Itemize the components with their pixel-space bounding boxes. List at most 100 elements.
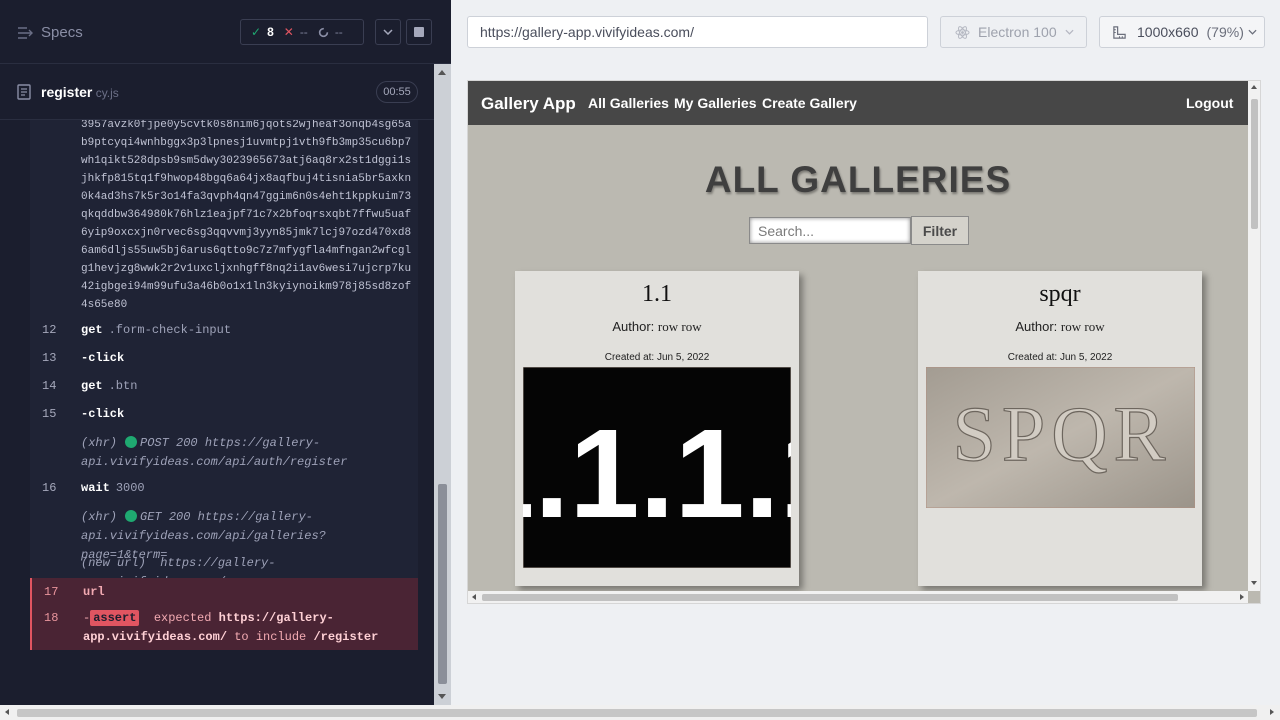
pending-stat: -- xyxy=(318,25,343,39)
created-value: Jun 5, 2022 xyxy=(657,352,710,363)
gallery-card[interactable]: 1.1 Author: row row Created at: Jun 5, 2… xyxy=(515,271,799,586)
command-name: -click xyxy=(81,351,125,365)
spec-file-row: register cy.js 00:55 xyxy=(0,64,434,120)
scroll-thumb[interactable] xyxy=(1251,99,1258,229)
failed-assert-row[interactable]: 18 - assert expected https://gallery-app.… xyxy=(30,606,418,650)
assert-pre: expected xyxy=(153,611,212,625)
gallery-date: Created at: Jun 5, 2022 xyxy=(515,352,799,363)
passed-stat: ✓ 8 xyxy=(251,25,274,39)
scroll-left-icon[interactable] xyxy=(472,594,476,600)
check-icon: ✓ xyxy=(251,25,262,39)
command-log: 3957avzk0fjpe0y5cvtk0s8nim6jqots2wjheaf3… xyxy=(30,120,418,650)
author-name[interactable]: row row xyxy=(1061,319,1105,334)
command-label: get xyxy=(81,323,103,337)
nav-create-gallery[interactable]: Create Gallery xyxy=(762,95,857,111)
assert-message: - assert expected https://gallery-app.viv… xyxy=(83,609,413,647)
failed-command-row[interactable]: 17 url xyxy=(30,578,418,606)
scroll-right-icon[interactable] xyxy=(1270,709,1274,715)
app-horizontal-scrollbar[interactable] xyxy=(468,591,1248,603)
command-row[interactable]: 13 -click xyxy=(30,351,418,373)
nav-my-galleries[interactable]: My Galleries xyxy=(674,95,757,111)
spec-ext: cy.js xyxy=(92,86,119,100)
menu-icon xyxy=(18,26,33,39)
assert-badge: assert xyxy=(90,610,140,626)
app-vertical-scrollbar[interactable] xyxy=(1248,81,1260,591)
xhr-body: (xhr) POST 200 https://gallery-api.vivify… xyxy=(81,434,411,472)
command-number: 13 xyxy=(42,351,57,365)
xhr-label: (xhr) xyxy=(81,436,118,450)
url-field[interactable]: https://gallery-app.vivifyideas.com/ xyxy=(467,16,928,48)
chevron-down-icon xyxy=(1065,29,1074,35)
new-url-row[interactable]: (new url) https://gallery-app.vivifyidea… xyxy=(30,554,418,589)
command-arg: .btn xyxy=(108,379,138,393)
command-row[interactable]: 15 -click xyxy=(30,407,418,429)
cypress-window: Specs ✓ 8 ✕ -- -- register cy.js 00:55 3… xyxy=(0,0,1280,720)
command-name: wait 3000 xyxy=(81,481,145,495)
gallery-image-text: 1.1.1.1 xyxy=(523,403,791,544)
command-name: url xyxy=(83,585,105,599)
scroll-thumb[interactable] xyxy=(438,484,447,684)
gallery-title[interactable]: 1.1 xyxy=(515,281,799,308)
command-label: get xyxy=(81,379,103,393)
command-row[interactable]: 14 get .btn xyxy=(30,379,418,401)
created-label: Created at: xyxy=(1007,352,1058,363)
viewport-selector[interactable]: 1000x660 (79%) xyxy=(1099,16,1265,48)
viewport-size: 1000x660 xyxy=(1137,24,1199,40)
scroll-left-icon[interactable] xyxy=(5,709,9,715)
nav-all-galleries[interactable]: All Galleries xyxy=(588,95,669,111)
specs-toggle[interactable]: Specs xyxy=(17,24,83,41)
spec-name: register xyxy=(41,84,93,100)
scroll-down-icon[interactable] xyxy=(438,694,446,699)
runner-panel: Specs ✓ 8 ✕ -- -- register cy.js 00:55 3… xyxy=(0,0,451,705)
created-label: Created at: xyxy=(604,352,655,363)
nav-logout[interactable]: Logout xyxy=(1186,95,1233,111)
scroll-down-icon[interactable] xyxy=(1251,581,1257,585)
scroll-up-icon[interactable] xyxy=(1251,85,1257,89)
browser-label: Electron 100 xyxy=(978,24,1057,40)
gallery-image: SPQR xyxy=(926,367,1195,508)
browser-selector[interactable]: Electron 100 xyxy=(940,16,1087,48)
status-dot-icon xyxy=(125,436,138,448)
app-brand[interactable]: Gallery App xyxy=(481,94,576,114)
failed-stat: ✕ -- xyxy=(284,25,308,39)
app-preview: Gallery App All Galleries My Galleries C… xyxy=(467,80,1261,604)
stop-button[interactable] xyxy=(406,19,432,45)
command-arg: 3000 xyxy=(115,481,145,495)
typed-text: 3957avzk0fjpe0y5cvtk0s8nim6jqots2wjheaf3… xyxy=(81,120,412,311)
electron-icon xyxy=(955,25,970,39)
x-icon: ✕ xyxy=(283,25,294,39)
ruler-icon xyxy=(1113,25,1126,39)
scroll-thumb[interactable] xyxy=(482,594,1178,601)
app-navbar: Gallery App All Galleries My Galleries C… xyxy=(468,81,1248,125)
command-row[interactable]: 16 wait 3000 xyxy=(30,481,418,503)
spec-file-name: register cy.js xyxy=(41,84,119,100)
xhr-row[interactable]: (xhr) POST 200 https://gallery-api.vivify… xyxy=(30,434,418,474)
command-number: 12 xyxy=(42,323,57,337)
scroll-up-icon[interactable] xyxy=(438,70,446,75)
gallery-card[interactable]: spqr Author: row row Created at: Jun 5, … xyxy=(918,271,1202,586)
search-input[interactable]: Search... xyxy=(749,217,911,244)
pending-count: -- xyxy=(334,25,343,39)
command-label: wait xyxy=(81,481,110,495)
gallery-image-text: SPQR xyxy=(952,390,1171,477)
command-number: 17 xyxy=(44,585,59,599)
command-number: 16 xyxy=(42,481,57,495)
new-url-label: (new url) xyxy=(81,556,146,570)
status-dot-icon xyxy=(125,510,138,522)
author-name[interactable]: row row xyxy=(658,319,702,334)
assert-mid: to include xyxy=(234,630,307,644)
filter-button[interactable]: Filter xyxy=(911,216,969,245)
stats-box: ✓ 8 ✕ -- -- xyxy=(240,19,364,45)
scroll-thumb[interactable] xyxy=(17,709,1257,717)
gallery-title[interactable]: spqr xyxy=(918,281,1202,308)
assert-expected: /register xyxy=(313,630,379,644)
xhr-row[interactable]: (xhr) GET 200 https://gallery-api.vivifyi… xyxy=(30,508,418,562)
command-name: get .btn xyxy=(81,379,137,393)
scroll-right-icon[interactable] xyxy=(1240,594,1244,600)
gallery-date: Created at: Jun 5, 2022 xyxy=(918,352,1202,363)
command-row[interactable]: 12 get .form-check-input xyxy=(30,323,418,345)
options-dropdown-button[interactable] xyxy=(375,19,401,45)
file-icon xyxy=(17,84,31,100)
runner-scrollbar[interactable] xyxy=(434,64,451,705)
window-horizontal-scrollbar[interactable] xyxy=(0,705,1280,720)
